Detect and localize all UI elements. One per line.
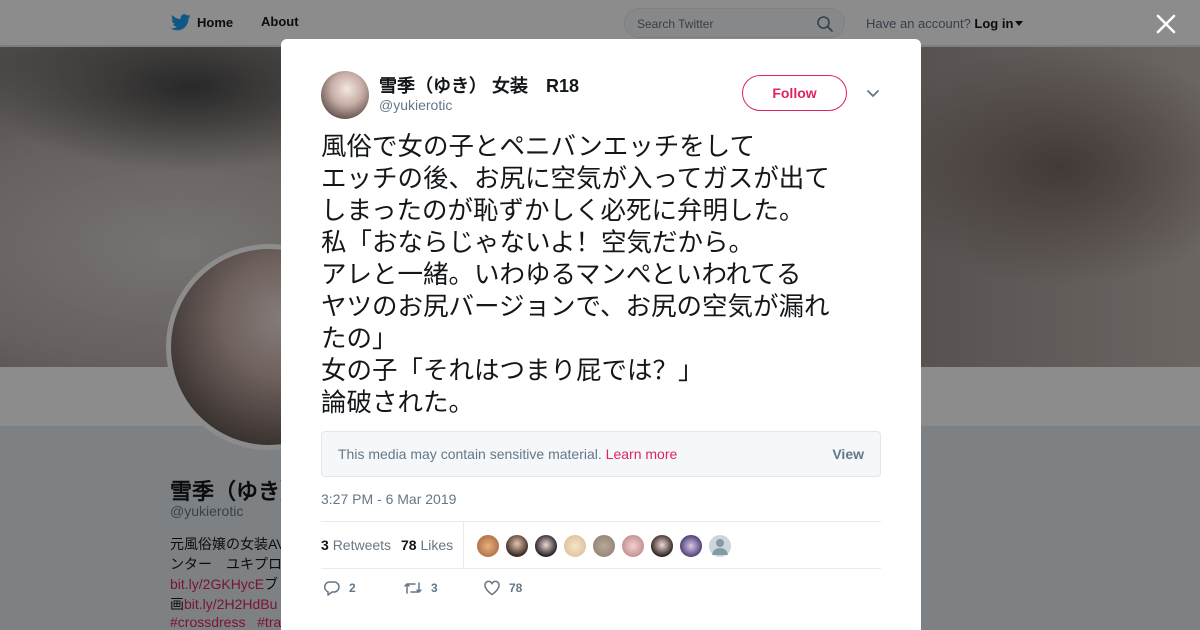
- liker-avatar[interactable]: [563, 534, 587, 558]
- reply-icon: [323, 581, 340, 596]
- stats-divider: [463, 522, 464, 568]
- media-warning-text: This media may contain sensitive materia…: [338, 446, 602, 462]
- default-avatar-icon: [712, 539, 728, 555]
- tweet-text-line: 女の子「それはつまり屁では？」: [321, 356, 704, 386]
- tweet-text-line: アレと一緒。いわゆるマンぺといわれてる: [321, 260, 802, 290]
- liker-avatar[interactable]: [592, 534, 616, 558]
- reply-action[interactable]: 2: [323, 579, 356, 597]
- retweets-stat[interactable]: 3 Retweets: [321, 537, 391, 553]
- liker-avatar[interactable]: [621, 534, 645, 558]
- author-handle[interactable]: @yukierotic: [379, 97, 452, 113]
- like-action[interactable]: 78: [483, 579, 522, 597]
- retweet-action[interactable]: 3: [403, 579, 438, 597]
- tweet-modal: 雪季（ゆき） 女装 R18 @yukierotic Follow 風俗で女の子と…: [281, 39, 921, 630]
- tweet-text-line: 私「おならじゃないよ！空気だから。: [321, 228, 754, 258]
- retweets-label: Retweets: [332, 537, 392, 553]
- tweet-timestamp[interactable]: 3:27 PM - 6 Mar 2019: [321, 491, 456, 507]
- author-avatar[interactable]: [321, 71, 369, 119]
- liker-avatar[interactable]: [650, 534, 674, 558]
- tweet-text-line: しまったのが恥ずかしく必死に弁明した。: [321, 196, 805, 226]
- tweet-text-line: 風俗で女の子とペニバンエッチをして: [321, 132, 756, 162]
- close-icon[interactable]: [1152, 10, 1180, 38]
- tweet-text-line: たの」: [321, 324, 398, 354]
- tweet-text-line: ヤツのお尻バージョンで、お尻の空気が漏れ: [321, 292, 830, 322]
- tweet-text-line: エッチの後、お尻に空気が入ってガスが出て: [321, 164, 830, 194]
- follow-button[interactable]: Follow: [742, 75, 847, 111]
- chevron-down-icon[interactable]: [866, 89, 880, 99]
- heart-icon: [484, 580, 500, 596]
- liker-avatar[interactable]: [679, 534, 703, 558]
- reply-count: 2: [349, 581, 356, 595]
- liker-avatar[interactable]: [476, 534, 500, 558]
- tweet-text: 風俗で女の子とペニバンエッチをして エッチの後、お尻に空気が入ってガスが出て し…: [321, 131, 891, 419]
- retweets-count: 3: [321, 537, 329, 553]
- tweet-text-line: 論破された。: [321, 388, 475, 418]
- tweet-stats: 3 Retweets 78 Likes: [321, 521, 881, 569]
- retweet-count: 3: [431, 581, 438, 595]
- author-name[interactable]: 雪季（ゆき） 女装 R18: [379, 72, 579, 98]
- learn-more-link[interactable]: Learn more: [606, 446, 678, 462]
- sensitive-media-notice: This media may contain sensitive materia…: [321, 431, 881, 477]
- retweet-icon: [404, 582, 422, 594]
- liker-avatar[interactable]: [505, 534, 529, 558]
- media-warning: This media may contain sensitive materia…: [338, 446, 677, 462]
- liker-avatar[interactable]: [534, 534, 558, 558]
- liker-avatar[interactable]: [708, 534, 732, 558]
- likes-stat[interactable]: 78 Likes: [401, 537, 453, 553]
- likes-count: 78: [401, 537, 417, 553]
- likes-label: Likes: [420, 537, 454, 553]
- like-count: 78: [509, 581, 523, 595]
- view-media-button[interactable]: View: [832, 446, 864, 462]
